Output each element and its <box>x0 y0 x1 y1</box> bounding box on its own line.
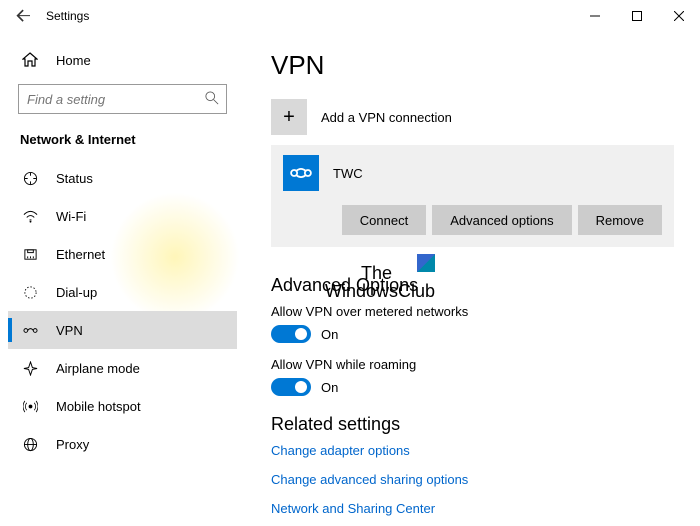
sidebar-section-header: Network & Internet <box>8 124 237 159</box>
metered-toggle-label: Allow VPN over metered networks <box>271 304 674 319</box>
remove-button[interactable]: Remove <box>578 205 662 235</box>
sidebar-item-proxy[interactable]: Proxy <box>8 425 237 463</box>
roaming-toggle-label: Allow VPN while roaming <box>271 357 674 372</box>
vpn-icon <box>20 323 40 338</box>
ethernet-icon <box>20 247 40 262</box>
link-adapter-options[interactable]: Change adapter options <box>271 443 674 458</box>
nav-home[interactable]: Home <box>8 42 237 78</box>
advanced-options-header: Advanced Options <box>271 275 674 296</box>
advanced-options-button[interactable]: Advanced options <box>432 205 571 235</box>
maximize-button[interactable] <box>616 0 658 32</box>
content-pane: VPN + Add a VPN connection TWC Connect A… <box>245 32 700 526</box>
link-sharing-options[interactable]: Change advanced sharing options <box>271 472 674 487</box>
sidebar-item-dialup[interactable]: Dial-up <box>8 273 237 311</box>
page-title: VPN <box>271 50 674 81</box>
sidebar-item-label: Airplane mode <box>56 361 140 376</box>
sidebar-item-airplane[interactable]: Airplane mode <box>8 349 237 387</box>
roaming-toggle-state: On <box>321 380 338 395</box>
titlebar: Settings <box>0 0 700 32</box>
related-settings-header: Related settings <box>271 414 674 435</box>
vpn-connection-name: TWC <box>333 166 363 181</box>
link-network-center[interactable]: Network and Sharing Center <box>271 501 674 516</box>
search-input[interactable] <box>27 92 205 107</box>
proxy-icon <box>20 437 40 452</box>
sidebar-item-label: VPN <box>56 323 83 338</box>
nav-home-label: Home <box>56 53 91 68</box>
sidebar-item-wifi[interactable]: Wi-Fi <box>8 197 237 235</box>
sidebar-item-label: Wi-Fi <box>56 209 86 224</box>
metered-toggle[interactable] <box>271 325 311 343</box>
vpn-connection-card[interactable]: TWC Connect Advanced options Remove <box>271 145 674 247</box>
plus-icon: + <box>271 99 307 135</box>
sidebar-item-label: Mobile hotspot <box>56 399 141 414</box>
back-button[interactable] <box>8 0 38 32</box>
search-icon <box>205 91 219 108</box>
status-icon <box>20 171 40 186</box>
sidebar-item-status[interactable]: Status <box>8 159 237 197</box>
close-button[interactable] <box>658 0 700 32</box>
sidebar-item-label: Dial-up <box>56 285 97 300</box>
sidebar-item-label: Proxy <box>56 437 89 452</box>
home-icon <box>20 52 40 68</box>
window-title: Settings <box>46 9 89 23</box>
sidebar-item-label: Ethernet <box>56 247 105 262</box>
metered-toggle-state: On <box>321 327 338 342</box>
airplane-icon <box>20 361 40 376</box>
add-vpn-label: Add a VPN connection <box>321 110 452 125</box>
hotspot-icon <box>20 399 40 414</box>
sidebar-item-ethernet[interactable]: Ethernet <box>8 235 237 273</box>
search-box[interactable] <box>18 84 227 114</box>
window-controls <box>574 0 700 32</box>
minimize-button[interactable] <box>574 0 616 32</box>
add-vpn-row[interactable]: + Add a VPN connection <box>271 99 674 135</box>
vpn-connection-icon <box>283 155 319 191</box>
roaming-toggle[interactable] <box>271 378 311 396</box>
connect-button[interactable]: Connect <box>342 205 426 235</box>
sidebar: Home Network & Internet Status Wi-Fi Eth… <box>0 32 245 526</box>
sidebar-item-hotspot[interactable]: Mobile hotspot <box>8 387 237 425</box>
sidebar-item-label: Status <box>56 171 93 186</box>
dialup-icon <box>20 285 40 300</box>
wifi-icon <box>20 209 40 224</box>
sidebar-item-vpn[interactable]: VPN <box>8 311 237 349</box>
